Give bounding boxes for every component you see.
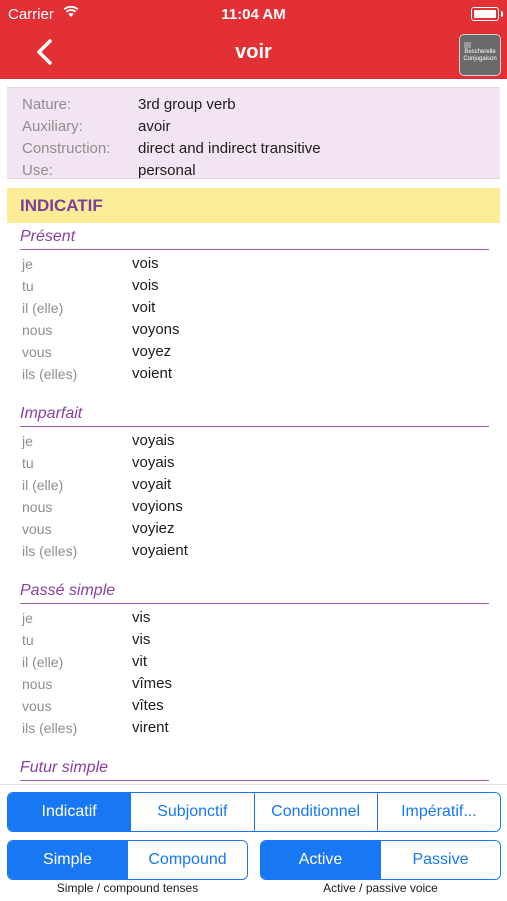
voice-option-active[interactable]: Active <box>261 841 380 879</box>
conjugation-table: je vis tu vis il (elle) vit nous vîmes vous vîtes… <box>7 604 500 753</box>
pronoun: tu <box>22 278 34 294</box>
conjugation-table: je voyais tu voyais il (elle) voyait nous voyio… <box>7 427 500 576</box>
pronoun: vous <box>22 344 52 360</box>
pronoun: je <box>22 610 33 626</box>
conjugation-row: nous voyons <box>7 319 500 341</box>
mood-segmented-control: Indicatif Subjonctif Conditionnel Impératif… <box>7 792 501 832</box>
info-key: Nature: <box>22 96 72 113</box>
pronoun: il (elle) <box>22 477 64 493</box>
verb-form: voyions <box>132 498 183 515</box>
info-value: 3rd group verb <box>138 96 236 113</box>
conjugation-row: je vis <box>7 607 500 629</box>
status-bar: Carrier 11:04 AM <box>0 0 507 28</box>
conjugation-row: ils (elles) voient <box>7 363 500 385</box>
verb-form: vîtes <box>132 697 164 714</box>
conjugation-row: vous voyiez <box>7 518 500 540</box>
info-row: Construction: direct and indirect transit… <box>7 138 500 160</box>
verb-form: voyiez <box>132 520 175 537</box>
tense-heading: Présent <box>20 226 489 250</box>
info-key: Use: <box>22 162 53 179</box>
info-value: direct and indirect transitive <box>138 140 321 157</box>
info-key: Construction: <box>22 140 111 157</box>
pronoun: il (elle) <box>22 300 64 316</box>
pronoun: nous <box>22 322 53 338</box>
verb-form: voyais <box>132 454 175 471</box>
mood-option-conditionnel[interactable]: Conditionnel <box>253 793 377 831</box>
conjugation-scroll-view[interactable]: Nature: 3rd group verb Auxiliary: avoir Cons… <box>7 79 500 784</box>
info-value: avoir <box>138 118 171 135</box>
tense-type-option-compound[interactable]: Compound <box>127 841 247 879</box>
info-value: personal <box>138 162 196 179</box>
info-row: Use: personal <box>7 160 500 182</box>
pronoun: ils (elles) <box>22 366 78 382</box>
navigation-bar: Carrier 11:04 AM voir Bescherelle Conjuga… <box>0 0 507 79</box>
verb-info-panel: Nature: 3rd group verb Auxiliary: avoir Cons… <box>7 87 500 179</box>
conjugation-row: tu voyais <box>7 452 500 474</box>
verb-form: voyais <box>132 432 175 449</box>
pronoun: il (elle) <box>22 654 64 670</box>
conjugation-row: il (elle) vit <box>7 651 500 673</box>
verb-form: voient <box>132 365 173 382</box>
conjugation-row: tu vis <box>7 629 500 651</box>
info-row: Auxiliary: avoir <box>7 116 500 138</box>
conjugation-row: je voyais <box>7 430 500 452</box>
status-time: 11:04 AM <box>221 6 286 23</box>
tense-list: Présent je vois tu vois il (elle) voit nous voyo… <box>7 226 500 781</box>
pronoun: vous <box>22 521 52 537</box>
voice-option-passive[interactable]: Passive <box>380 841 500 879</box>
verb-form: vois <box>132 277 159 294</box>
conjugation-table: je vois tu vois il (elle) voit nous voyons vous v… <box>7 250 500 399</box>
verb-form: vois <box>132 255 159 272</box>
info-row: Nature: 3rd group verb <box>7 94 500 116</box>
bottom-toolbar: Indicatif Subjonctif Conditionnel Impératif… <box>0 784 507 901</box>
battery-icon <box>471 7 503 21</box>
verb-form: voyait <box>132 476 172 493</box>
conjugation-row: vous vîtes <box>7 695 500 717</box>
verb-form: vis <box>132 609 151 626</box>
verb-form: voyons <box>132 321 180 338</box>
verb-form: voit <box>132 299 156 316</box>
verb-form: vis <box>132 631 151 648</box>
mood-option-indicatif[interactable]: Indicatif <box>8 793 131 831</box>
tense-type-option-simple[interactable]: Simple <box>8 841 127 879</box>
conjugation-row: nous voyions <box>7 496 500 518</box>
tense-type-segmented-control: Simple Compound <box>7 840 248 880</box>
mood-option-subjonctif[interactable]: Subjonctif <box>130 793 254 831</box>
pronoun: je <box>22 256 33 272</box>
mood-header: INDICATIF <box>7 188 500 223</box>
tense-heading: Futur simple <box>20 757 489 781</box>
conjugation-row: il (elle) voyait <box>7 474 500 496</box>
verb-form: voyaient <box>132 542 188 559</box>
pronoun: vous <box>22 698 52 714</box>
pronoun: je <box>22 433 33 449</box>
pronoun: nous <box>22 676 53 692</box>
verb-form: voyez <box>132 343 172 360</box>
conjugation-row: ils (elles) virent <box>7 717 500 739</box>
pronoun: ils (elles) <box>22 720 78 736</box>
voice-segmented-control: Active Passive <box>260 840 501 880</box>
voice-caption: Active / passive voice <box>323 881 438 895</box>
conjugation-row: tu vois <box>7 275 500 297</box>
conjugation-row: nous vîmes <box>7 673 500 695</box>
pronoun: ils (elles) <box>22 543 78 559</box>
verb-form: vit <box>132 653 147 670</box>
tense-heading: Passé simple <box>20 580 489 604</box>
bescherelle-logo[interactable]: Bescherelle Conjugaison <box>459 34 501 76</box>
tense-type-caption: Simple / compound tenses <box>56 881 199 895</box>
verb-form: vîmes <box>132 675 173 692</box>
pronoun: tu <box>22 632 34 648</box>
info-key: Auxiliary: <box>22 118 83 135</box>
conjugation-row: je vois <box>7 253 500 275</box>
conjugation-row: il (elle) voit <box>7 297 500 319</box>
pronoun: tu <box>22 455 34 471</box>
page-title: voir <box>235 41 272 63</box>
mood-option-imp-ratif[interactable]: Impératif... <box>376 793 500 831</box>
verb-form: virent <box>132 719 169 736</box>
conjugation-row: ils (elles) voyaient <box>7 540 500 562</box>
conjugation-row: vous voyez <box>7 341 500 363</box>
pronoun: nous <box>22 499 53 515</box>
tense-heading: Imparfait <box>20 403 489 427</box>
